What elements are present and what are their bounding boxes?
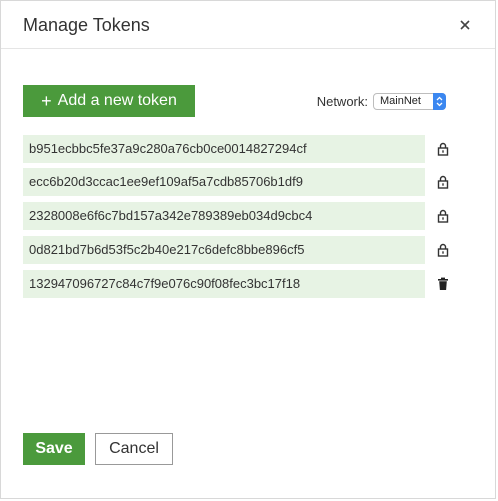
token-field[interactable]: ecc6b20d3ccac1ee9ef109af5a7cdb85706b1df9 (23, 168, 425, 196)
token-row: b951ecbbc5fe37a9c280a76cb0ce0014827294cf (23, 135, 459, 163)
lock-icon[interactable] (437, 209, 449, 223)
save-button[interactable]: Save (23, 433, 85, 465)
token-field[interactable]: 2328008e6f6c7bd157a342e789389eb034d9cbc4 (23, 202, 425, 230)
dialog-header: Manage Tokens (1, 1, 495, 49)
token-row: 0d821bd7b6d53f5c2b40e217c6defc8bbe896cf5 (23, 236, 459, 264)
add-token-label: Add a new token (57, 92, 177, 109)
token-field[interactable]: 0d821bd7b6d53f5c2b40e217c6defc8bbe896cf5 (23, 236, 425, 264)
manage-tokens-dialog: Manage Tokens + Add a new token Network:… (0, 0, 496, 499)
token-row: 2328008e6f6c7bd157a342e789389eb034d9cbc4 (23, 202, 459, 230)
dialog-title: Manage Tokens (23, 15, 150, 35)
lock-icon[interactable] (437, 175, 449, 189)
plus-icon: + (41, 91, 52, 111)
lock-icon[interactable] (437, 243, 449, 257)
lock-icon[interactable] (437, 142, 449, 156)
cancel-button[interactable]: Cancel (95, 433, 173, 465)
token-field[interactable]: 132947096727c84c7f9e076c90f08fec3bc17f18 (23, 270, 425, 298)
select-arrows-icon (433, 93, 446, 110)
token-row: 132947096727c84c7f9e076c90f08fec3bc17f18 (23, 270, 459, 298)
network-select-value: MainNet (380, 95, 421, 107)
network-selector: Network: MainNet (317, 93, 446, 110)
trash-icon[interactable] (437, 277, 449, 291)
close-icon[interactable] (457, 17, 473, 33)
token-row: ecc6b20d3ccac1ee9ef109af5a7cdb85706b1df9 (23, 168, 459, 196)
network-select[interactable]: MainNet (373, 93, 446, 110)
token-field[interactable]: b951ecbbc5fe37a9c280a76cb0ce0014827294cf (23, 135, 425, 163)
network-label: Network: (316, 94, 368, 109)
add-token-button[interactable]: + Add a new token (23, 85, 195, 117)
